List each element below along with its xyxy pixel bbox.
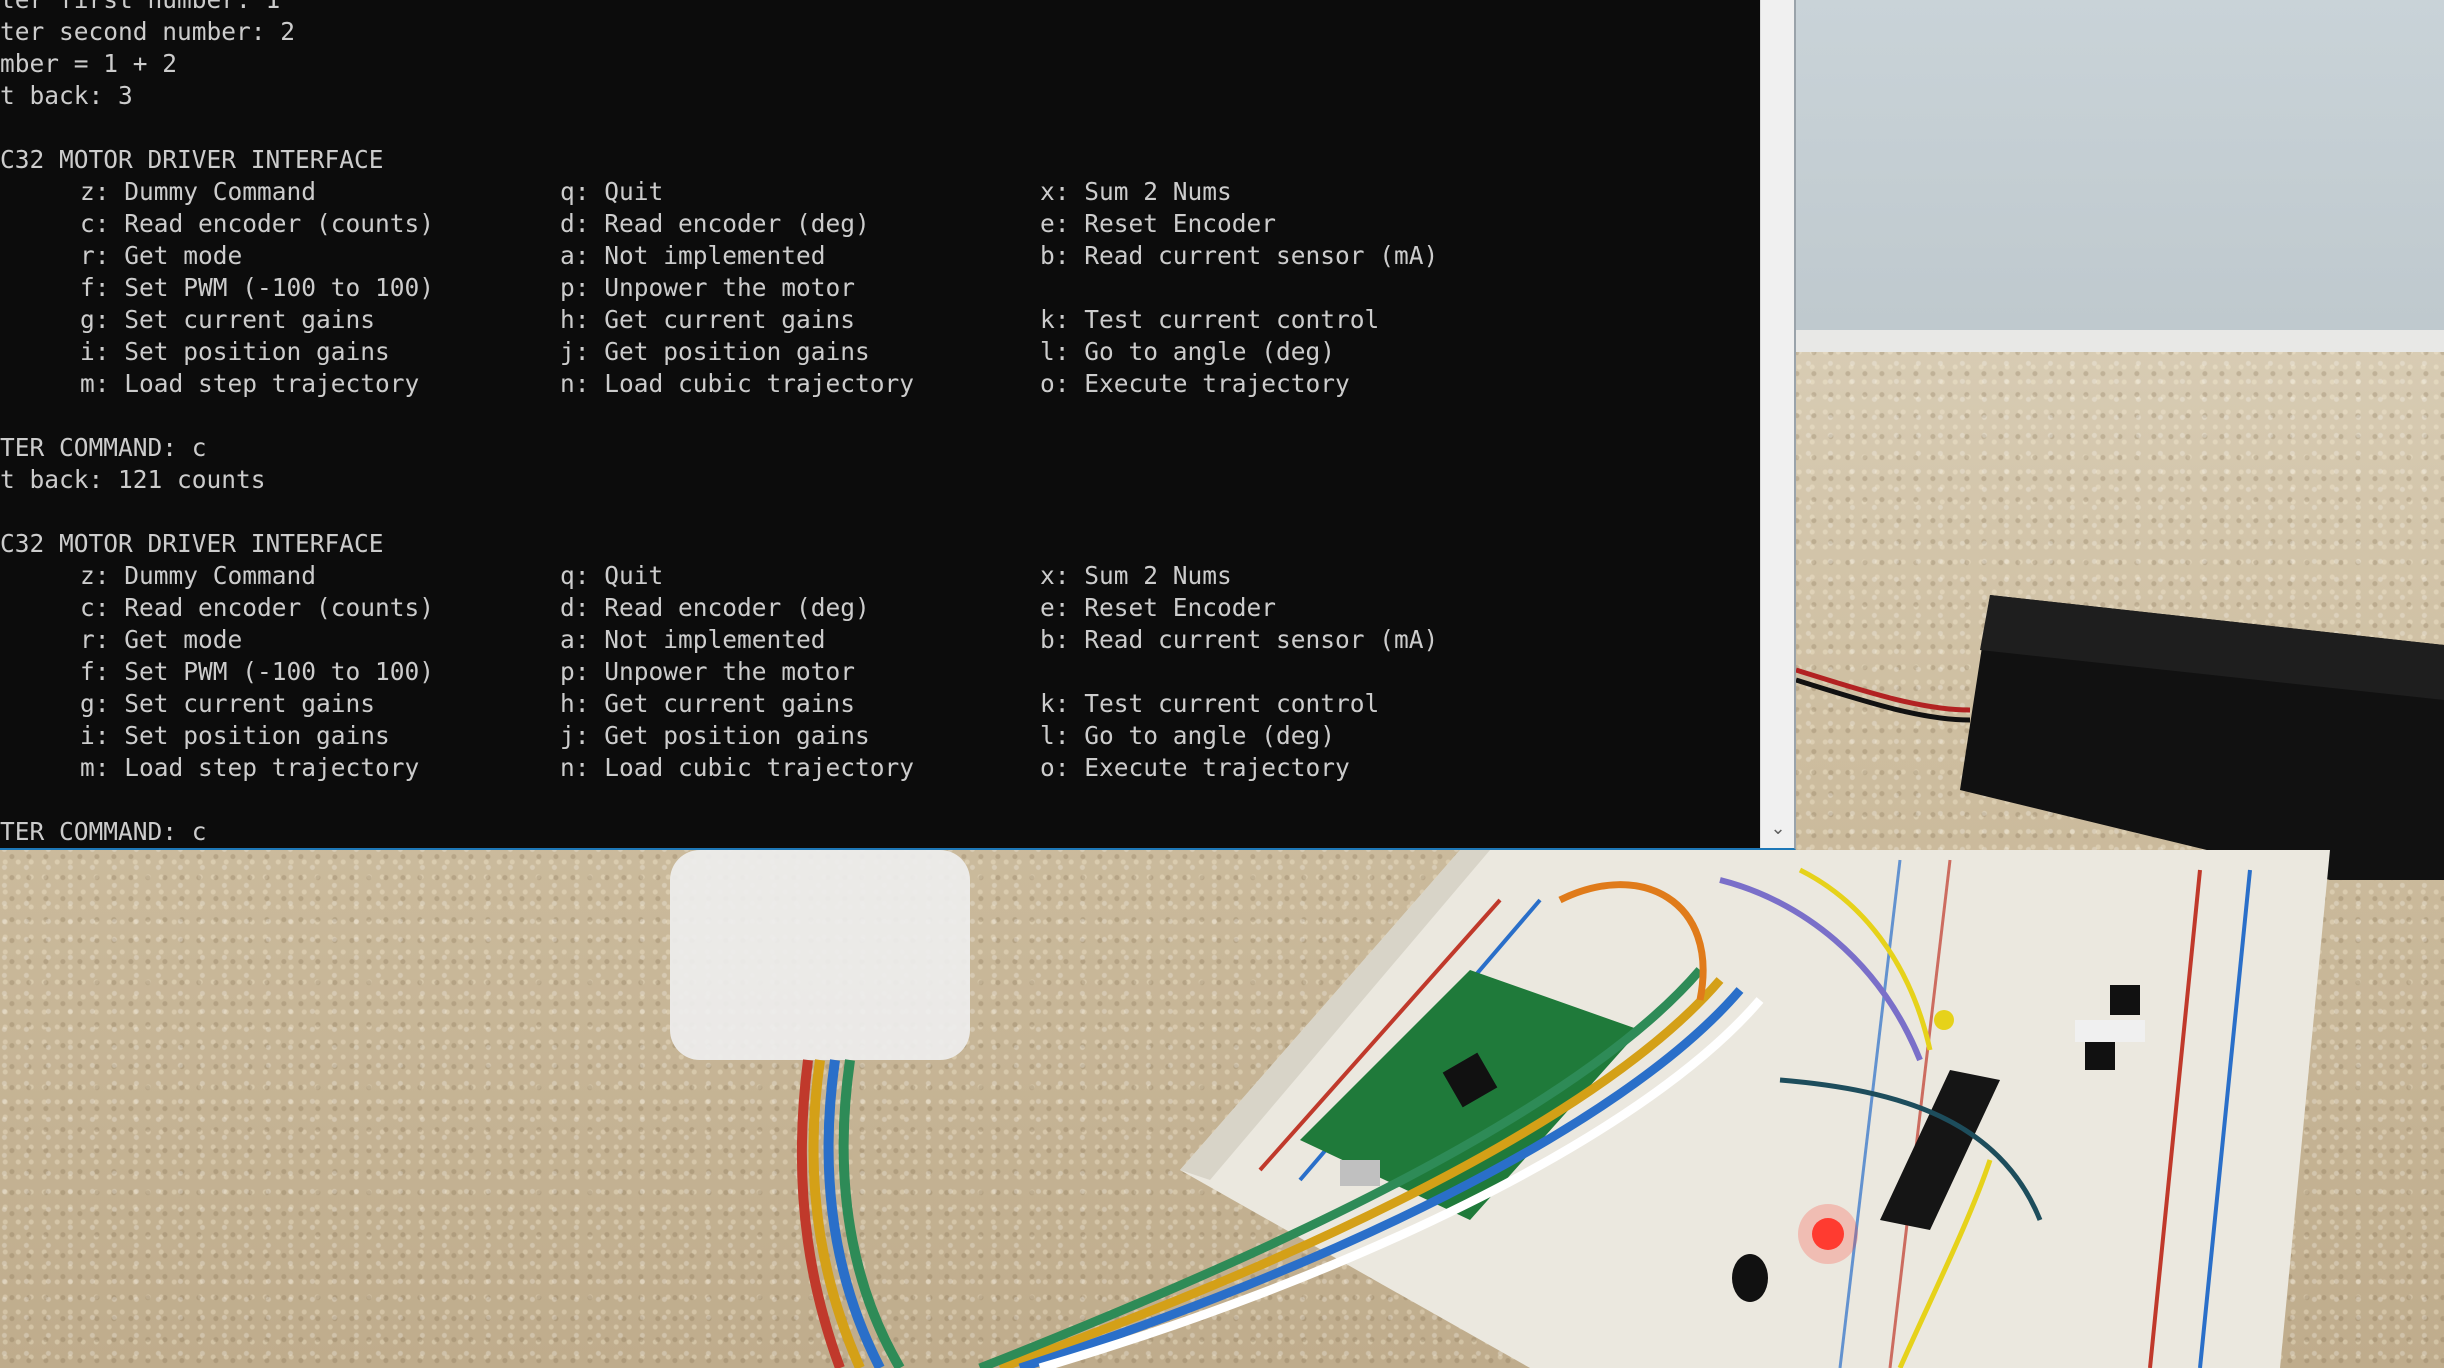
menu-option: r: Get mode [80,625,243,654]
menu-option: g: Set current gains [80,305,376,334]
menu-option: p: Unpower the motor [560,657,856,686]
chevron-down-icon[interactable]: ⌄ [1761,816,1794,842]
menu-option: c: Read encoder (counts) [80,593,435,622]
menu-option: i: Set position gains [80,337,390,366]
terminal-window[interactable]: ter first number: 1ter second number: 2 m… [0,0,1796,850]
menu-option: d: Read encoder (deg) [560,593,870,622]
output-line: C32 MOTOR DRIVER INTERFACE [0,528,1760,560]
menu-row: r: Get mode a: Not implemented b: Read cur… [0,624,1760,656]
foam-block [670,850,970,1060]
menu-option: m: Load step trajectory [80,369,420,398]
menu-option: o: Execute trajectory [1040,753,1350,782]
menu-row: r: Get mode a: Not implemented b: Read cur… [0,240,1760,272]
terminal-output: ter first number: 1ter second number: 2 m… [0,0,1760,848]
menu-option: j: Get position gains [560,337,870,366]
menu-option: a: Not implemented [560,625,826,654]
menu-row: z: Dummy Command q: Quit x: Sum 2 Nums [0,560,1760,592]
line-text: C32 MOTOR DRIVER INTERFACE [0,529,384,558]
menu-option: k: Test current control [1040,689,1380,718]
menu-row: z: Dummy Command q: Quit x: Sum 2 Nums [0,176,1760,208]
menu-option: p: Unpower the motor [560,273,856,302]
menu-option: n: Load cubic trajectory [560,753,915,782]
menu-row: g: Set current gains h: Get current gains… [0,688,1760,720]
menu-option: f: Set PWM (-100 to 100) [80,657,435,686]
output-line: TER COMMAND: c [0,816,1760,848]
output-line: t back: 3 [0,80,1760,112]
menu-option: f: Set PWM (-100 to 100) [80,273,435,302]
menu-option: l: Go to angle (deg) [1040,337,1336,366]
menu-option: q: Quit [560,177,664,206]
menu-option: j: Get position gains [560,721,870,750]
line-text: t back: 121 counts [0,465,266,494]
menu-option: k: Test current control [1040,305,1380,334]
menu-option: m: Load step trajectory [80,753,420,782]
output-line: ter second number: 2 [0,16,1760,48]
menu-option: d: Read encoder (deg) [560,209,870,238]
line-text: t back: 3 [0,81,133,110]
yellow-led [1934,1010,1954,1030]
menu-option: x: Sum 2 Nums [1040,177,1232,206]
menu-row: m: Load step trajectory n: Load cubic tra… [0,752,1760,784]
menu-option: i: Set position gains [80,721,390,750]
menu-option: z: Dummy Command [80,561,317,590]
output-line: ter first number: 1 [0,0,1760,16]
menu-row: g: Set current gains h: Get current gains… [0,304,1760,336]
menu-row: f: Set PWM (-100 to 100) p: Unpower the m… [0,272,1760,304]
menu-option: z: Dummy Command [80,177,317,206]
output-line: mber = 1 + 2 [0,48,1760,80]
menu-option: n: Load cubic trajectory [560,369,915,398]
output-line: TER COMMAND: c [0,432,1760,464]
line-text: C32 MOTOR DRIVER INTERFACE [0,145,384,174]
menu-option: e: Reset Encoder [1040,209,1277,238]
menu-option: e: Reset Encoder [1040,593,1277,622]
menu-option: r: Get mode [80,241,243,270]
line-text: ter first number: 1 [0,0,280,16]
menu-option: x: Sum 2 Nums [1040,561,1232,590]
vertical-scrollbar[interactable]: ⌄ [1760,0,1794,848]
menu-option: c: Read encoder (counts) [80,209,435,238]
menu-row: i: Set position gains j: Get position gai… [0,720,1760,752]
menu-option: l: Go to angle (deg) [1040,721,1336,750]
output-line: t back: 121 counts [0,464,1760,496]
screen: ter first number: 1ter second number: 2 m… [0,0,2444,1368]
menu-option: h: Get current gains [560,305,856,334]
menu-option: b: Read current sensor (mA) [1040,625,1439,654]
menu-option: g: Set current gains [80,689,376,718]
menu-row: c: Read encoder (counts) d: Read encoder … [0,208,1760,240]
menu-option: h: Get current gains [560,689,856,718]
menu-option: o: Execute trajectory [1040,369,1350,398]
menu-row: f: Set PWM (-100 to 100) p: Unpower the m… [0,656,1760,688]
line-text: TER COMMAND: c [0,433,207,462]
menu-option: q: Quit [560,561,664,590]
menu-row: m: Load step trajectory n: Load cubic tra… [0,368,1760,400]
menu-option: b: Read current sensor (mA) [1040,241,1439,270]
menu-option: a: Not implemented [560,241,826,270]
output-line: C32 MOTOR DRIVER INTERFACE [0,144,1760,176]
menu-row: c: Read encoder (counts) d: Read encoder … [0,592,1760,624]
menu-row: i: Set position gains j: Get position gai… [0,336,1760,368]
line-text: mber = 1 + 2 [0,49,178,78]
line-text: ter second number: 2 [0,17,296,46]
line-text: TER COMMAND: c [0,817,207,846]
